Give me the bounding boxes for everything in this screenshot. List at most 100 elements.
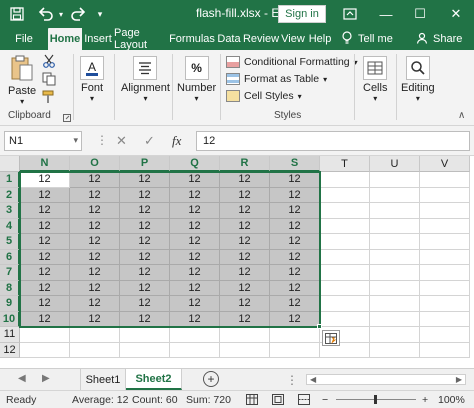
cell-v7[interactable] — [420, 265, 470, 281]
zoom-level[interactable]: 100% — [438, 394, 465, 406]
cell-v12[interactable] — [420, 342, 470, 358]
share-button[interactable]: Share — [416, 28, 462, 50]
cell-o5[interactable]: 12 — [70, 234, 120, 250]
cell-n12[interactable] — [20, 342, 70, 358]
cell-u11[interactable] — [370, 327, 420, 343]
row-header-3[interactable]: 3 — [0, 203, 20, 219]
next-sheet-icon[interactable]: ▶ — [42, 373, 50, 384]
cell-q3[interactable]: 12 — [170, 203, 220, 219]
cell-u8[interactable] — [370, 280, 420, 296]
cell-n5[interactable]: 12 — [20, 234, 70, 250]
formula-input[interactable]: 12 — [196, 131, 470, 151]
column-header-v[interactable]: V — [420, 156, 470, 172]
cell-r12[interactable] — [220, 342, 270, 358]
cell-s12[interactable] — [270, 342, 320, 358]
cell-o7[interactable]: 12 — [70, 265, 120, 281]
cell-t10[interactable] — [320, 311, 370, 327]
tab-page-layout[interactable]: Page Layout — [114, 27, 168, 51]
cell-r2[interactable]: 12 — [220, 187, 270, 203]
copy-icon[interactable] — [42, 72, 56, 89]
cell-v9[interactable] — [420, 296, 470, 312]
cell-v11[interactable] — [420, 327, 470, 343]
cancel-icon[interactable]: ✕ — [116, 133, 127, 149]
cell-q1[interactable]: 12 — [170, 172, 220, 188]
cell-s9[interactable]: 12 — [270, 296, 320, 312]
cell-u2[interactable] — [370, 187, 420, 203]
cell-s5[interactable]: 12 — [270, 234, 320, 250]
cell-p8[interactable]: 12 — [120, 280, 170, 296]
undo-icon[interactable] — [36, 5, 56, 23]
cell-t8[interactable] — [320, 280, 370, 296]
worksheet-grid[interactable]: N O P Q R S T U V 1 12 12 12 12 12 12 2 12 12 12 12 12 12 3 12 12… — [0, 156, 474, 368]
cell-q4[interactable]: 12 — [170, 218, 220, 234]
zoom-out-icon[interactable]: − — [322, 394, 328, 406]
row-header-12[interactable]: 12 — [0, 342, 20, 358]
scroll-left-icon[interactable]: ◀ — [310, 375, 316, 384]
cell-p1[interactable]: 12 — [120, 172, 170, 188]
zoom-slider-thumb[interactable] — [374, 395, 377, 404]
cell-t4[interactable] — [320, 218, 370, 234]
cell-v4[interactable] — [420, 218, 470, 234]
cell-t1[interactable] — [320, 172, 370, 188]
cell-p6[interactable]: 12 — [120, 249, 170, 265]
cell-s7[interactable]: 12 — [270, 265, 320, 281]
cell-n11[interactable] — [20, 327, 70, 343]
cell-q12[interactable] — [170, 342, 220, 358]
column-header-p[interactable]: P — [120, 156, 170, 172]
cell-o3[interactable]: 12 — [70, 203, 120, 219]
cell-t3[interactable] — [320, 203, 370, 219]
horizontal-scrollbar[interactable]: ◀ ▶ — [306, 374, 466, 385]
cell-s4[interactable]: 12 — [270, 218, 320, 234]
conditional-formatting-button[interactable]: Conditional Formatting ▾ — [226, 56, 358, 68]
name-box-dropdown-icon[interactable]: ▾ — [73, 135, 78, 146]
cell-p12[interactable] — [120, 342, 170, 358]
cell-s1[interactable]: 12 — [270, 172, 320, 188]
cell-u5[interactable] — [370, 234, 420, 250]
cell-v2[interactable] — [420, 187, 470, 203]
column-header-s[interactable]: S — [270, 156, 320, 172]
cell-u4[interactable] — [370, 218, 420, 234]
cell-o9[interactable]: 12 — [70, 296, 120, 312]
cell-s10[interactable]: 12 — [270, 311, 320, 327]
enter-icon[interactable]: ✓ — [144, 133, 155, 149]
sheet-tab-sheet2[interactable]: Sheet2 — [126, 369, 182, 390]
tab-review[interactable]: Review — [243, 28, 279, 50]
cell-p4[interactable]: 12 — [120, 218, 170, 234]
cell-t5[interactable] — [320, 234, 370, 250]
cell-p7[interactable]: 12 — [120, 265, 170, 281]
cell-n4[interactable]: 12 — [20, 218, 70, 234]
column-header-r[interactable]: R — [220, 156, 270, 172]
cell-r9[interactable]: 12 — [220, 296, 270, 312]
column-header-n[interactable]: N — [20, 156, 70, 172]
cell-r4[interactable]: 12 — [220, 218, 270, 234]
cell-p10[interactable]: 12 — [120, 311, 170, 327]
row-header-9[interactable]: 9 — [0, 296, 20, 312]
cell-u3[interactable] — [370, 203, 420, 219]
alignment-button[interactable]: Alignment ▾ — [121, 56, 170, 103]
tab-formulas[interactable]: Formulas — [169, 28, 215, 50]
cell-t6[interactable] — [320, 249, 370, 265]
redo-icon[interactable] — [68, 5, 88, 23]
tab-help[interactable]: Help — [308, 28, 332, 50]
insert-function-icon[interactable]: fx — [172, 133, 181, 149]
row-header-4[interactable]: 4 — [0, 218, 20, 234]
cell-v10[interactable] — [420, 311, 470, 327]
tab-view[interactable]: View — [280, 28, 306, 50]
cell-r1[interactable]: 12 — [220, 172, 270, 188]
cell-o4[interactable]: 12 — [70, 218, 120, 234]
select-all-corner[interactable] — [0, 156, 20, 172]
cell-styles-button[interactable]: Cell Styles ▾ — [226, 90, 302, 102]
tell-me-search[interactable]: Tell me — [342, 28, 393, 50]
cell-p9[interactable]: 12 — [120, 296, 170, 312]
prev-sheet-icon[interactable]: ◀ — [18, 373, 26, 384]
cell-u9[interactable] — [370, 296, 420, 312]
cell-v5[interactable] — [420, 234, 470, 250]
cell-o11[interactable] — [70, 327, 120, 343]
cell-o6[interactable]: 12 — [70, 249, 120, 265]
cell-o8[interactable]: 12 — [70, 280, 120, 296]
cell-v8[interactable] — [420, 280, 470, 296]
cell-q6[interactable]: 12 — [170, 249, 220, 265]
cell-v3[interactable] — [420, 203, 470, 219]
row-header-1[interactable]: 1 — [0, 172, 20, 188]
cut-icon[interactable] — [42, 54, 56, 71]
